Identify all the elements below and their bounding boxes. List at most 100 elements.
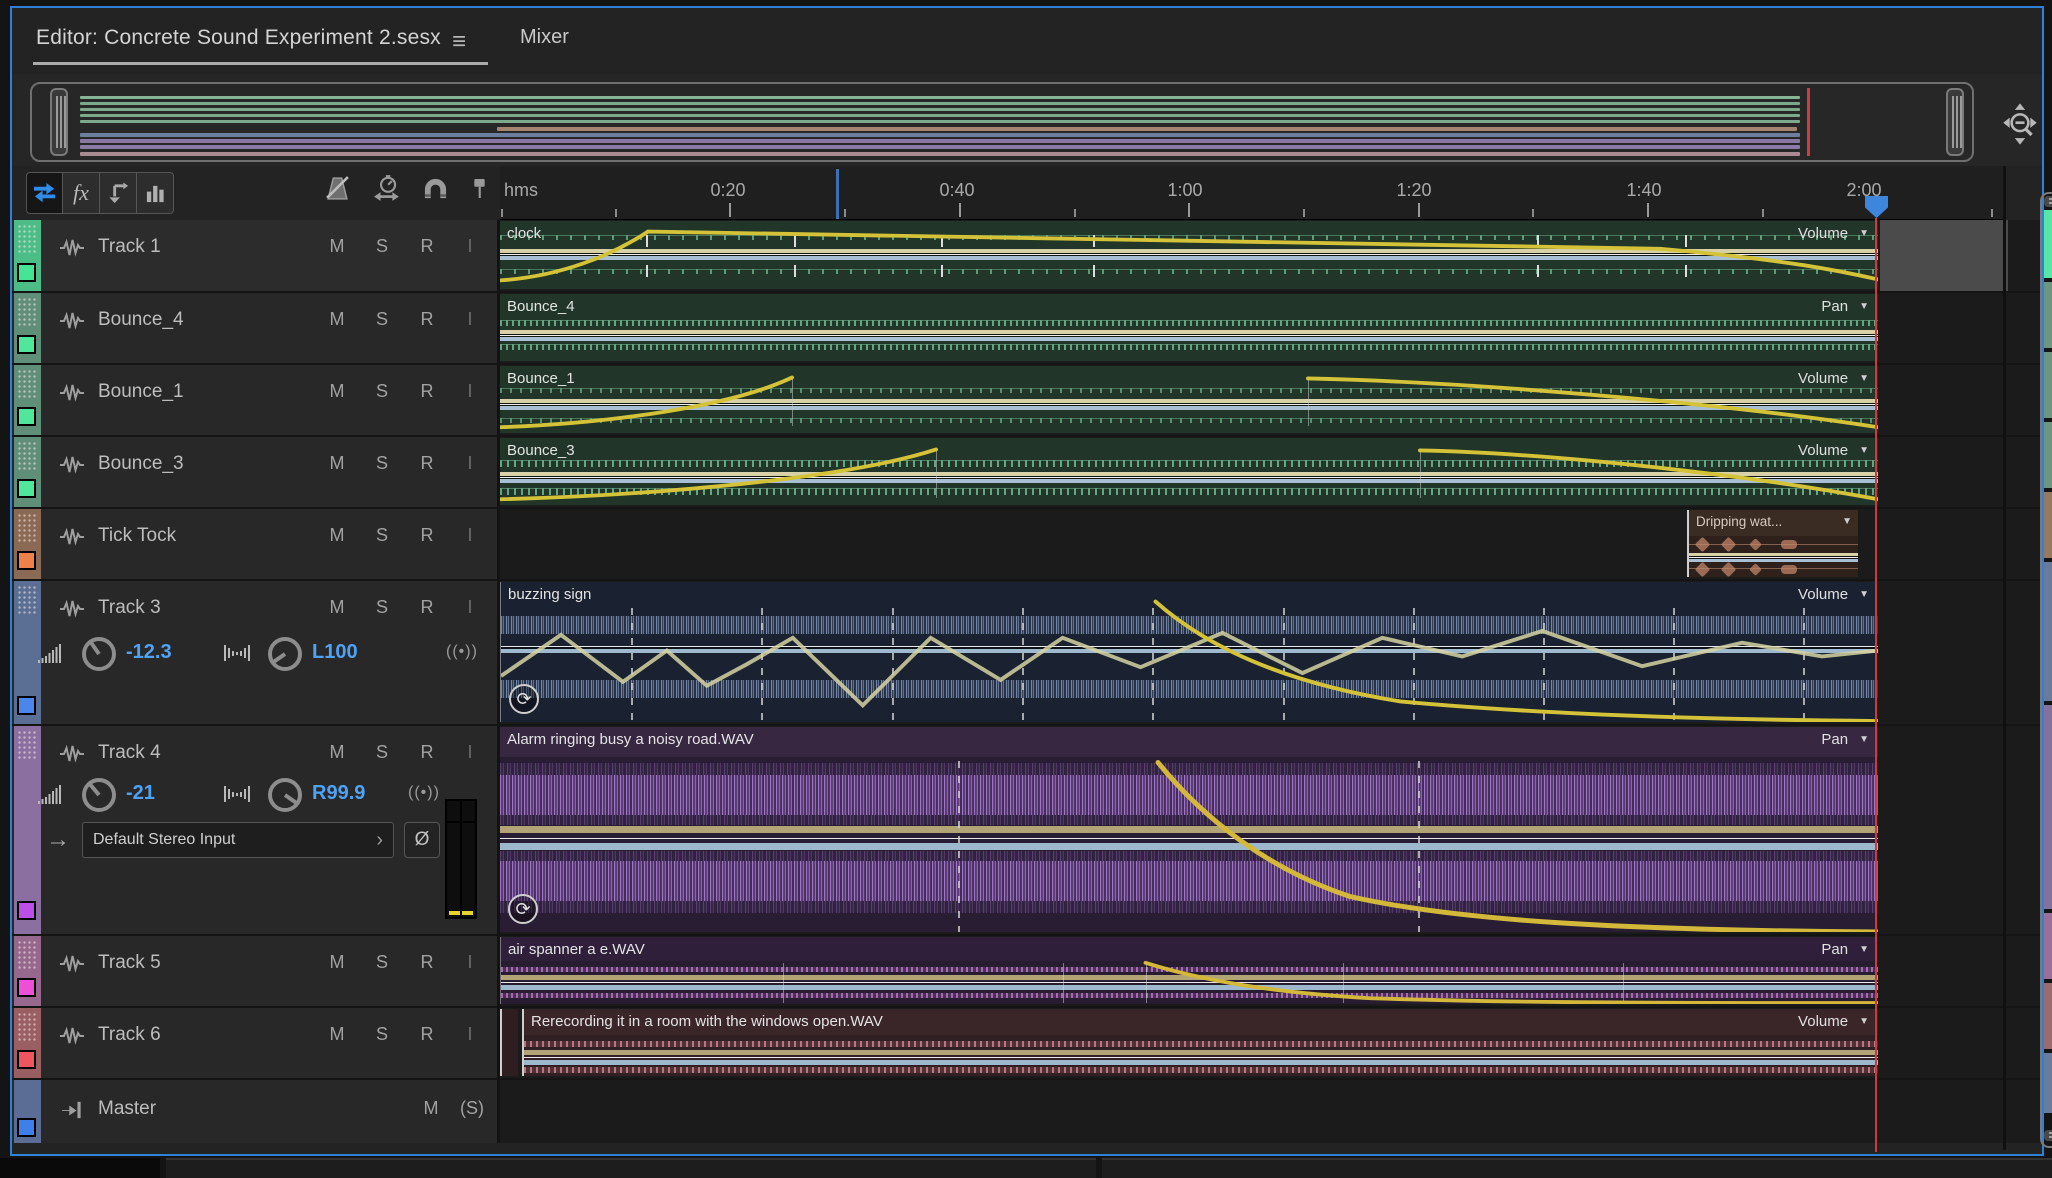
input-monitor-button[interactable]: I: [459, 952, 481, 973]
mute-button[interactable]: M: [326, 952, 348, 973]
volume-knob[interactable]: [82, 637, 116, 671]
input-monitor-button[interactable]: I: [459, 381, 481, 402]
phase-invert-button[interactable]: Ø: [404, 822, 440, 858]
input-monitor-button[interactable]: I: [459, 309, 481, 330]
clip-bounce4[interactable]: Bounce_4 Pan ▼: [500, 294, 1878, 361]
solo-button[interactable]: S: [371, 1024, 393, 1045]
track-color-swatch[interactable]: [17, 263, 36, 282]
clip-air-spanner[interactable]: air spanner a e.WAV Pan ▼: [500, 937, 1878, 1004]
track-header-ticktock[interactable]: Tick Tock M S R I: [12, 509, 500, 579]
clip-fragment[interactable]: [500, 1009, 518, 1076]
mute-button[interactable]: M: [326, 309, 348, 330]
track-header-track1[interactable]: Track 1 M S R I: [12, 220, 500, 291]
track-name[interactable]: Bounce_3: [98, 453, 184, 475]
track-name[interactable]: Track 1: [98, 236, 161, 258]
track-header-master[interactable]: Master M (S): [12, 1080, 500, 1143]
solo-button[interactable]: S: [371, 453, 393, 474]
solo-button[interactable]: S: [371, 525, 393, 546]
loop-badge-icon[interactable]: ⟳: [509, 684, 539, 714]
track-color-swatch[interactable]: [17, 479, 36, 498]
record-arm-button[interactable]: R: [416, 236, 438, 257]
playhead-line[interactable]: [1875, 218, 1877, 1152]
automation-selector[interactable]: Volume ▼: [1798, 442, 1869, 459]
track-color-swatch[interactable]: [17, 335, 36, 354]
navigator-range-frame[interactable]: [30, 82, 1974, 162]
tab-editor[interactable]: Editor: Concrete Sound Experiment 2.sesx: [36, 26, 441, 50]
input-monitor-button[interactable]: I: [459, 1024, 481, 1045]
mute-button[interactable]: M: [420, 1098, 442, 1119]
track-color-swatch[interactable]: [17, 696, 36, 715]
input-monitor-button[interactable]: I: [459, 236, 481, 257]
record-arm-button[interactable]: R: [416, 742, 438, 763]
solo-button[interactable]: S: [371, 742, 393, 763]
volume-value[interactable]: -21: [126, 782, 155, 805]
track-header-track6[interactable]: Track 6 M S R I: [12, 1008, 500, 1078]
track-color-swatch[interactable]: [17, 978, 36, 997]
navigator-left-handle[interactable]: [50, 88, 68, 156]
timeline-ruler[interactable]: hms 0:20 0:40 1:00 1:20 1:40 2:00: [500, 166, 2006, 220]
track-color-strip[interactable]: [14, 581, 41, 724]
track-color-strip[interactable]: [14, 509, 41, 579]
track-color-strip[interactable]: [14, 936, 41, 1006]
routing-tool-button[interactable]: [100, 172, 137, 214]
track-header-bounce3[interactable]: Bounce_3 M S R I: [12, 437, 500, 507]
volume-envelope[interactable]: [500, 438, 1878, 505]
track-name[interactable]: Track 5: [98, 952, 161, 974]
record-arm-button[interactable]: R: [416, 952, 438, 973]
solo-safe-button[interactable]: (S): [460, 1098, 484, 1119]
track-header-track3[interactable]: Track 3 M S R I -12.3 L100 ((•)): [12, 581, 500, 724]
time-display-icon[interactable]: [373, 174, 401, 202]
solo-button[interactable]: S: [371, 309, 393, 330]
solo-button[interactable]: S: [371, 236, 393, 257]
mute-button[interactable]: M: [326, 742, 348, 763]
clip-dropdown[interactable]: ▼: [1842, 516, 1852, 527]
track-color-strip[interactable]: [14, 365, 41, 435]
track-color-strip[interactable]: [14, 726, 41, 934]
mute-button[interactable]: M: [326, 597, 348, 618]
track-name[interactable]: Track 6: [98, 1024, 161, 1046]
metering-button[interactable]: [137, 172, 174, 214]
track-name[interactable]: Bounce_4: [98, 309, 184, 331]
track-color-strip[interactable]: [14, 220, 41, 291]
track-name[interactable]: Track 3: [98, 597, 161, 619]
volume-knob[interactable]: [82, 778, 116, 812]
effects-rack-button[interactable]: fx: [63, 172, 100, 214]
volume-value[interactable]: -12.3: [126, 641, 172, 664]
record-arm-button[interactable]: R: [416, 309, 438, 330]
input-monitor-button[interactable]: I: [459, 742, 481, 763]
mute-button[interactable]: M: [326, 1024, 348, 1045]
automation-selector[interactable]: Volume ▼: [1798, 225, 1869, 242]
scrollbar-bottom-grip[interactable]: [2044, 1130, 2052, 1141]
solo-button[interactable]: S: [371, 381, 393, 402]
clip-dripping-water[interactable]: Dripping wat... ▼: [1687, 510, 1858, 577]
clip-buzzing-sign[interactable]: buzzing sign Volume ▼ ⟳: [500, 582, 1878, 722]
solo-button[interactable]: S: [371, 597, 393, 618]
automation-selector[interactable]: Volume ▼: [1798, 1013, 1869, 1030]
track-name[interactable]: Bounce_1: [98, 381, 184, 403]
mute-button[interactable]: M: [326, 525, 348, 546]
input-select[interactable]: Default Stereo Input ›: [82, 822, 394, 858]
track-header-track5[interactable]: Track 5 M S R I: [12, 936, 500, 1006]
record-arm-button[interactable]: R: [416, 453, 438, 474]
monitor-input-icon[interactable]: ((•)): [408, 784, 440, 802]
panel-menu-icon[interactable]: ≡: [452, 30, 466, 54]
record-arm-button[interactable]: R: [416, 1024, 438, 1045]
track-header-bounce4[interactable]: Bounce_4 M S R I: [12, 293, 500, 363]
input-monitor-button[interactable]: I: [459, 525, 481, 546]
zoom-navigate-icon[interactable]: [2002, 102, 2038, 146]
automation-selector[interactable]: Pan ▼: [1821, 941, 1869, 958]
track-color-swatch[interactable]: [17, 1050, 36, 1069]
snap-magnet-icon[interactable]: [423, 176, 448, 201]
volume-envelope[interactable]: [500, 221, 1878, 289]
automation-selector[interactable]: Volume ▼: [1798, 586, 1869, 603]
solo-button[interactable]: S: [371, 952, 393, 973]
track-color-strip[interactable]: [14, 1080, 41, 1143]
mute-button[interactable]: M: [326, 453, 348, 474]
track-color-swatch[interactable]: [17, 551, 36, 570]
record-arm-button[interactable]: R: [416, 597, 438, 618]
track-header-bounce1[interactable]: Bounce_1 M S R I: [12, 365, 500, 435]
track-color-strip[interactable]: [14, 1008, 41, 1078]
track-color-strip[interactable]: [14, 293, 41, 363]
input-monitor-button[interactable]: I: [459, 453, 481, 474]
clip-rerecording[interactable]: Rerecording it in a room with the window…: [522, 1009, 1878, 1076]
